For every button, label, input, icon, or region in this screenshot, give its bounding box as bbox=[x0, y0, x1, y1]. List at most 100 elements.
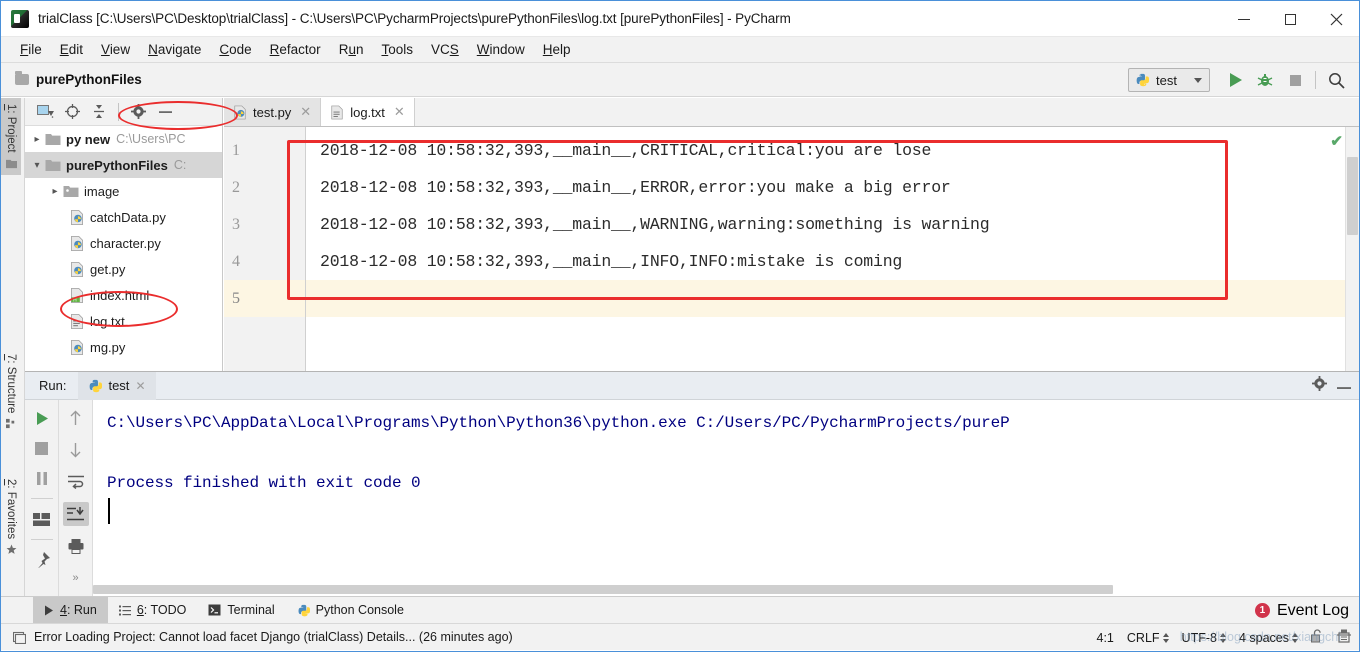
breadcrumb[interactable]: purePythonFiles bbox=[36, 72, 142, 87]
status-message[interactable]: Error Loading Project: Cannot load facet… bbox=[34, 630, 513, 644]
status-bar: Error Loading Project: Cannot load facet… bbox=[1, 623, 1359, 650]
collapse-all-icon[interactable] bbox=[87, 101, 111, 123]
chevron-down-icon bbox=[1194, 77, 1202, 83]
menu-window[interactable]: Window bbox=[468, 40, 534, 59]
tree-node-path: C:\Users\PC bbox=[116, 132, 186, 146]
indent-selector[interactable]: 4 spaces bbox=[1239, 631, 1298, 645]
rerun-icon[interactable] bbox=[29, 406, 55, 430]
folder-icon bbox=[45, 133, 61, 145]
close-icon[interactable]: ✕ bbox=[135, 379, 145, 393]
tree-node-purepythonfiles[interactable]: ▾ purePythonFiles C: bbox=[25, 152, 222, 178]
sidebar-item-favorites[interactable]: 2: Favorites bbox=[1, 473, 21, 561]
debug-button[interactable] bbox=[1250, 67, 1280, 93]
inspection-icon[interactable] bbox=[1337, 629, 1351, 647]
chevron-right-icon[interactable]: ▸ bbox=[29, 134, 45, 145]
tree-node-character-py[interactable]: character.py bbox=[25, 230, 222, 256]
menu-run[interactable]: Run bbox=[330, 40, 373, 59]
code-line: 2018-12-08 10:58:32,393,__main__,INFO,IN… bbox=[320, 252, 903, 271]
encoding-label: UTF-8 bbox=[1181, 630, 1217, 645]
python-icon bbox=[1136, 73, 1150, 87]
soft-wrap-icon[interactable] bbox=[63, 470, 89, 494]
tree-node-get-py[interactable]: get.py bbox=[25, 256, 222, 282]
menu-help[interactable]: Help bbox=[534, 40, 580, 59]
search-everywhere-icon[interactable] bbox=[1321, 67, 1351, 93]
pin-icon[interactable] bbox=[29, 548, 55, 572]
close-icon[interactable]: ✕ bbox=[300, 104, 311, 120]
run-console-output[interactable]: C:\Users\PC\AppData\Local\Programs\Pytho… bbox=[93, 400, 1359, 596]
hide-icon[interactable] bbox=[153, 101, 177, 123]
maximize-button[interactable] bbox=[1267, 1, 1313, 37]
pause-icon[interactable] bbox=[29, 466, 55, 490]
chevron-updown-icon bbox=[1162, 632, 1169, 643]
menu-refactor[interactable]: Refactor bbox=[261, 40, 330, 59]
run-tab-test[interactable]: test ✕ bbox=[78, 371, 156, 400]
scrollbar-thumb[interactable] bbox=[1347, 157, 1358, 235]
tree-node-index-html[interactable]: H index.html bbox=[25, 282, 222, 308]
python-icon bbox=[90, 379, 103, 392]
scrollbar-thumb[interactable] bbox=[93, 585, 1113, 594]
tree-node-log-txt[interactable]: log.txt bbox=[25, 308, 222, 334]
run-configuration-selector[interactable]: test bbox=[1128, 68, 1210, 92]
run-button[interactable] bbox=[1220, 67, 1250, 93]
console-line: Process finished with exit code 0 bbox=[107, 474, 421, 492]
tree-node-py-new[interactable]: ▸ py new C:\Users\PC bbox=[25, 126, 222, 152]
console-horizontal-scrollbar[interactable] bbox=[93, 585, 1345, 594]
menu-edit[interactable]: Edit bbox=[51, 40, 92, 59]
hide-icon[interactable] bbox=[1337, 377, 1351, 395]
navigation-bar: purePythonFiles test bbox=[1, 63, 1359, 97]
menu-navigate[interactable]: Navigate bbox=[139, 40, 210, 59]
run-window-header-actions bbox=[1312, 372, 1351, 400]
down-arrow-icon[interactable] bbox=[63, 438, 89, 462]
svg-text:H: H bbox=[73, 297, 76, 302]
tree-node-mg-py[interactable]: mg.py bbox=[25, 334, 222, 360]
sidebar-item-structure[interactable]: 7: Structure bbox=[1, 348, 21, 435]
tool-window-python-console[interactable]: Python Console bbox=[286, 597, 415, 624]
tool-window-terminal[interactable]: Terminal bbox=[197, 597, 285, 624]
event-log-area[interactable]: 1 Event Log bbox=[1254, 597, 1349, 624]
menu-view[interactable]: View bbox=[92, 40, 139, 59]
menu-code[interactable]: Code bbox=[210, 40, 260, 59]
layout-icon[interactable] bbox=[29, 507, 55, 531]
tool-tab-label: 2: Favorites bbox=[5, 479, 17, 540]
close-icon[interactable]: ✕ bbox=[394, 104, 405, 120]
scroll-to-end-icon[interactable] bbox=[62, 502, 89, 526]
chevron-right-icon[interactable]: ▸ bbox=[47, 186, 63, 197]
chevron-updown-icon bbox=[1292, 632, 1298, 643]
minimize-button[interactable] bbox=[1221, 1, 1267, 37]
caret-position[interactable]: 4:1 bbox=[1097, 631, 1114, 645]
line-separator-selector[interactable]: CRLF bbox=[1127, 631, 1169, 645]
folder-icon bbox=[63, 185, 79, 197]
expand-icon[interactable]: » bbox=[63, 566, 89, 590]
stop-icon[interactable] bbox=[29, 436, 55, 460]
close-button[interactable] bbox=[1313, 1, 1359, 37]
menu-file[interactable]: File bbox=[11, 40, 51, 59]
event-log-label[interactable]: Event Log bbox=[1277, 602, 1349, 620]
settings-gear-icon[interactable] bbox=[126, 101, 150, 123]
tool-window-run[interactable]: 4: Run bbox=[33, 596, 108, 624]
todo-icon bbox=[118, 605, 131, 615]
up-arrow-icon[interactable] bbox=[63, 406, 89, 430]
locate-icon[interactable] bbox=[60, 101, 84, 123]
console-caret bbox=[108, 498, 110, 524]
toolbar-divider bbox=[1315, 71, 1316, 89]
unlocked-icon[interactable] bbox=[1311, 629, 1324, 646]
main-area: 1: Project 7: Structure 2: Favorites ▸ p… bbox=[1, 98, 1359, 596]
settings-gear-icon[interactable] bbox=[1312, 376, 1327, 396]
menu-vcs[interactable]: VCS bbox=[422, 40, 468, 59]
tab-test-py[interactable]: test.py ✕ bbox=[224, 98, 322, 126]
menu-tools[interactable]: Tools bbox=[372, 40, 422, 59]
sidebar-item-project[interactable]: 1: Project bbox=[1, 98, 21, 175]
inspection-status-icon[interactable]: ✔ bbox=[1330, 132, 1343, 150]
tree-node-catchdata-py[interactable]: catchData.py bbox=[25, 204, 222, 230]
select-opened-file-icon[interactable] bbox=[33, 101, 57, 123]
chevron-down-icon[interactable]: ▾ bbox=[29, 160, 45, 171]
encoding-selector[interactable]: UTF-8 bbox=[1182, 631, 1226, 645]
run-tab-label: test bbox=[108, 378, 130, 393]
stop-button[interactable] bbox=[1280, 67, 1310, 93]
event-log-badge: 1 bbox=[1254, 603, 1270, 618]
title-bar: trialClass [C:\Users\PC\Desktop\trialCla… bbox=[1, 1, 1359, 37]
tree-node-image[interactable]: ▸ image bbox=[25, 178, 222, 204]
tab-log-txt[interactable]: log.txt ✕ bbox=[321, 98, 415, 126]
print-icon[interactable] bbox=[63, 534, 89, 558]
tool-window-todo[interactable]: 6: TODO bbox=[108, 597, 198, 624]
